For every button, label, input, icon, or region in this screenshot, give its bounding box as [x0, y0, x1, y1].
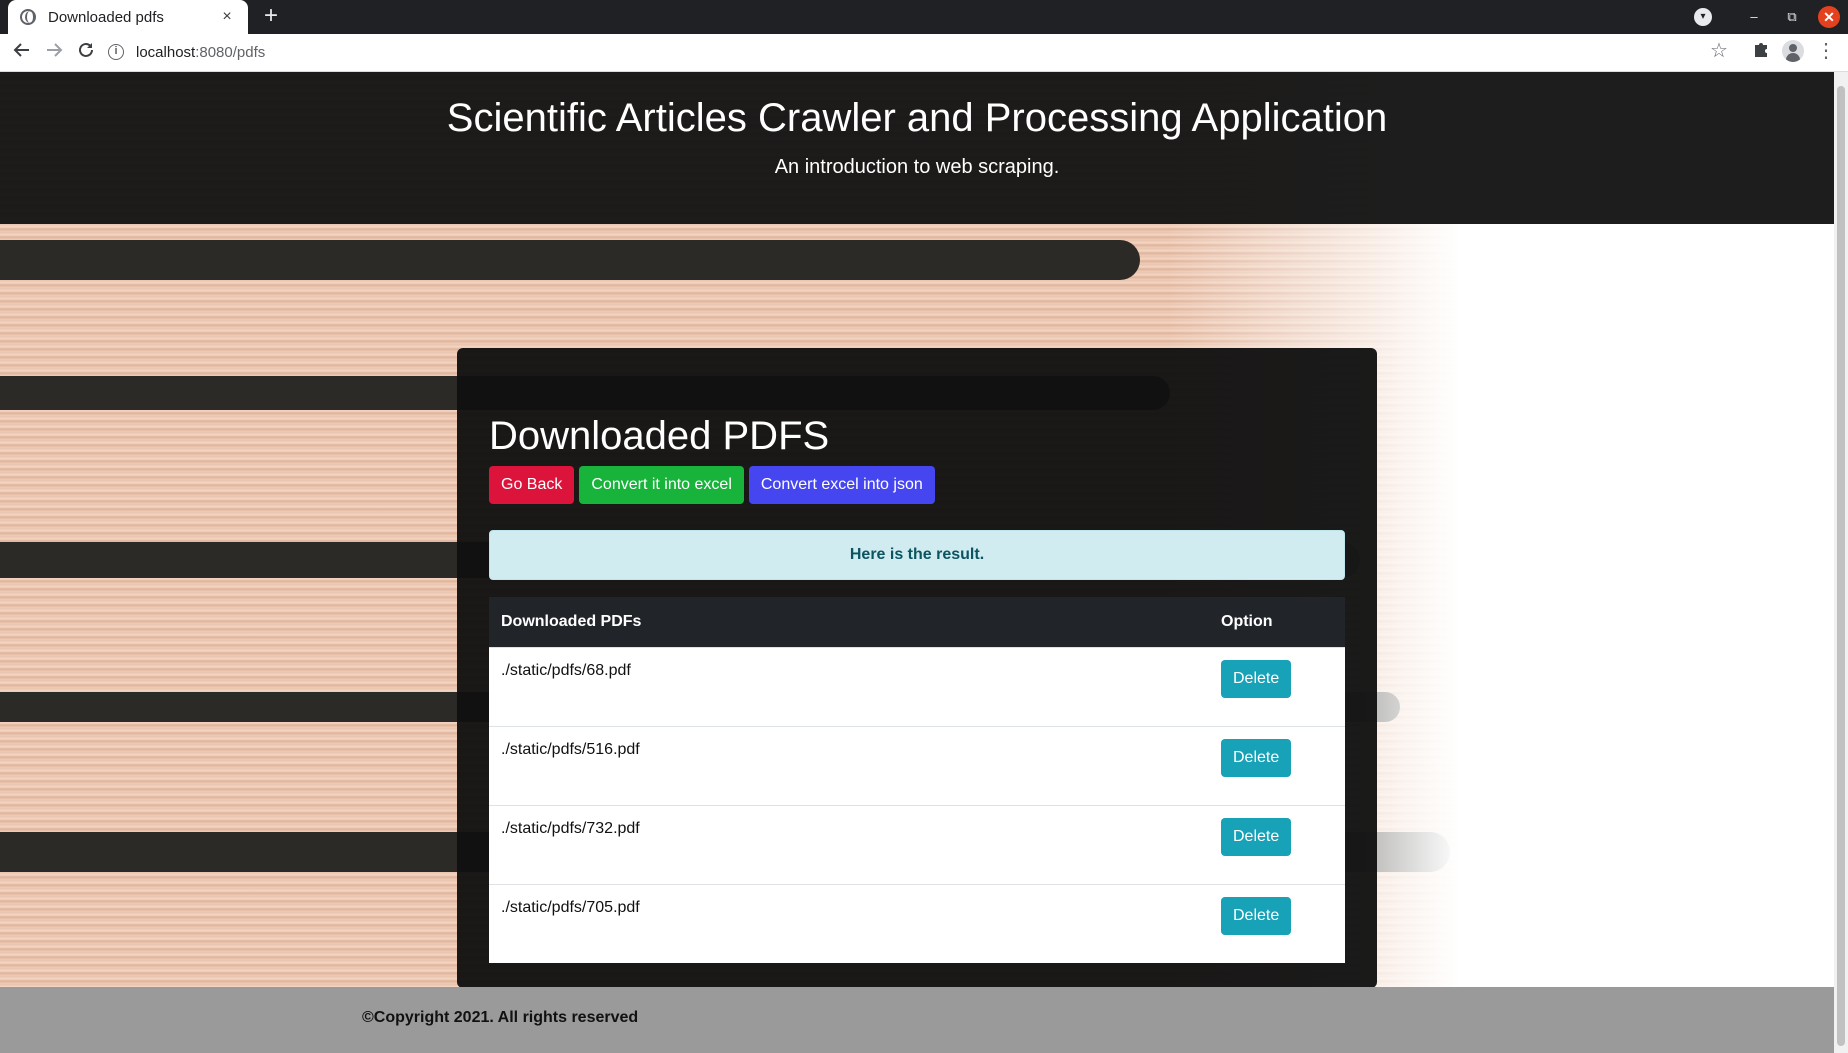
avatar-icon[interactable]: [1782, 40, 1804, 62]
page-viewport: Scientific Articles Crawler and Processi…: [0, 72, 1834, 1053]
page-scrollbar[interactable]: [1834, 72, 1848, 1053]
table-row: ./static/pdfs/705.pdf Delete: [489, 884, 1345, 963]
delete-button[interactable]: Delete: [1221, 660, 1292, 698]
pdf-table: Downloaded PDFs Option ./static/pdfs/68.…: [489, 597, 1345, 963]
convert-to-excel-button[interactable]: Convert it into excel: [579, 466, 744, 504]
forward-button[interactable]: [38, 37, 70, 69]
pdf-path: ./static/pdfs/732.pdf: [501, 820, 640, 837]
site-subtitle: An introduction to web scraping.: [774, 156, 1060, 178]
window-controls: ▾ – ⧉ ✕: [1694, 5, 1840, 29]
site-title: Scientific Articles Crawler and Processi…: [446, 96, 1388, 140]
table-header: Downloaded PDFs Option: [489, 597, 1345, 647]
star-icon[interactable]: ☆: [1710, 38, 1728, 63]
arrow-left-icon: [13, 42, 29, 57]
browser-toolbar: i localhost :8080/pdfs ☆ ⋮: [0, 34, 1848, 72]
tab-search-icon[interactable]: ▾: [1694, 8, 1712, 26]
minimize-button[interactable]: –: [1742, 5, 1766, 29]
page-title: Downloaded PDFS: [489, 414, 830, 458]
content-panel: Downloaded PDFS Go Back Convert it into …: [457, 348, 1377, 988]
copyright-text: ©Copyright 2021. All rights reserved: [362, 1009, 639, 1026]
go-back-button[interactable]: Go Back: [489, 466, 575, 504]
reload-icon: [79, 42, 93, 57]
tab-close-icon[interactable]: ×: [218, 8, 236, 26]
address-bar[interactable]: i localhost :8080/pdfs: [108, 37, 1704, 67]
browser-titlebar: Downloaded pdfs × + ▾ – ⧉ ✕: [0, 0, 1848, 34]
puzzle-icon[interactable]: [1752, 40, 1770, 58]
table-row: ./static/pdfs/516.pdf Delete: [489, 726, 1345, 805]
info-icon[interactable]: i: [108, 44, 124, 60]
pdf-path: ./static/pdfs/705.pdf: [501, 899, 640, 916]
convert-to-json-button[interactable]: Convert excel into json: [748, 466, 935, 504]
globe-icon: [20, 9, 36, 25]
pdf-path: ./static/pdfs/516.pdf: [501, 741, 640, 758]
delete-button[interactable]: Delete: [1221, 897, 1292, 935]
new-tab-button[interactable]: +: [258, 4, 284, 30]
table-row: ./static/pdfs/68.pdf Delete: [489, 647, 1345, 726]
delete-button[interactable]: Delete: [1221, 818, 1292, 856]
reload-button[interactable]: [70, 37, 102, 69]
action-buttons: Go Back Convert it into excel Convert ex…: [489, 466, 935, 504]
browser-tab[interactable]: Downloaded pdfs ×: [8, 0, 248, 34]
site-header: Scientific Articles Crawler and Processi…: [0, 72, 1834, 224]
column-header-option: Option: [1221, 613, 1273, 630]
restore-button[interactable]: ⧉: [1780, 5, 1804, 29]
pdf-path: ./static/pdfs/68.pdf: [501, 662, 631, 679]
url-path: :8080/pdfs: [195, 43, 266, 61]
site-footer: ©Copyright 2021. All rights reserved: [0, 987, 1834, 1053]
close-window-button[interactable]: ✕: [1818, 6, 1840, 28]
kebab-menu-icon[interactable]: ⋮: [1816, 38, 1836, 63]
back-button[interactable]: [6, 37, 38, 69]
tab-title: Downloaded pdfs: [48, 8, 164, 26]
result-alert: Here is the result.: [489, 530, 1345, 580]
table-row: ./static/pdfs/732.pdf Delete: [489, 805, 1345, 884]
delete-button[interactable]: Delete: [1221, 739, 1292, 777]
column-header-file: Downloaded PDFs: [501, 613, 642, 630]
arrow-right-icon: [47, 42, 63, 57]
url-host: localhost: [136, 43, 196, 61]
scrollbar-thumb[interactable]: [1837, 86, 1845, 1046]
